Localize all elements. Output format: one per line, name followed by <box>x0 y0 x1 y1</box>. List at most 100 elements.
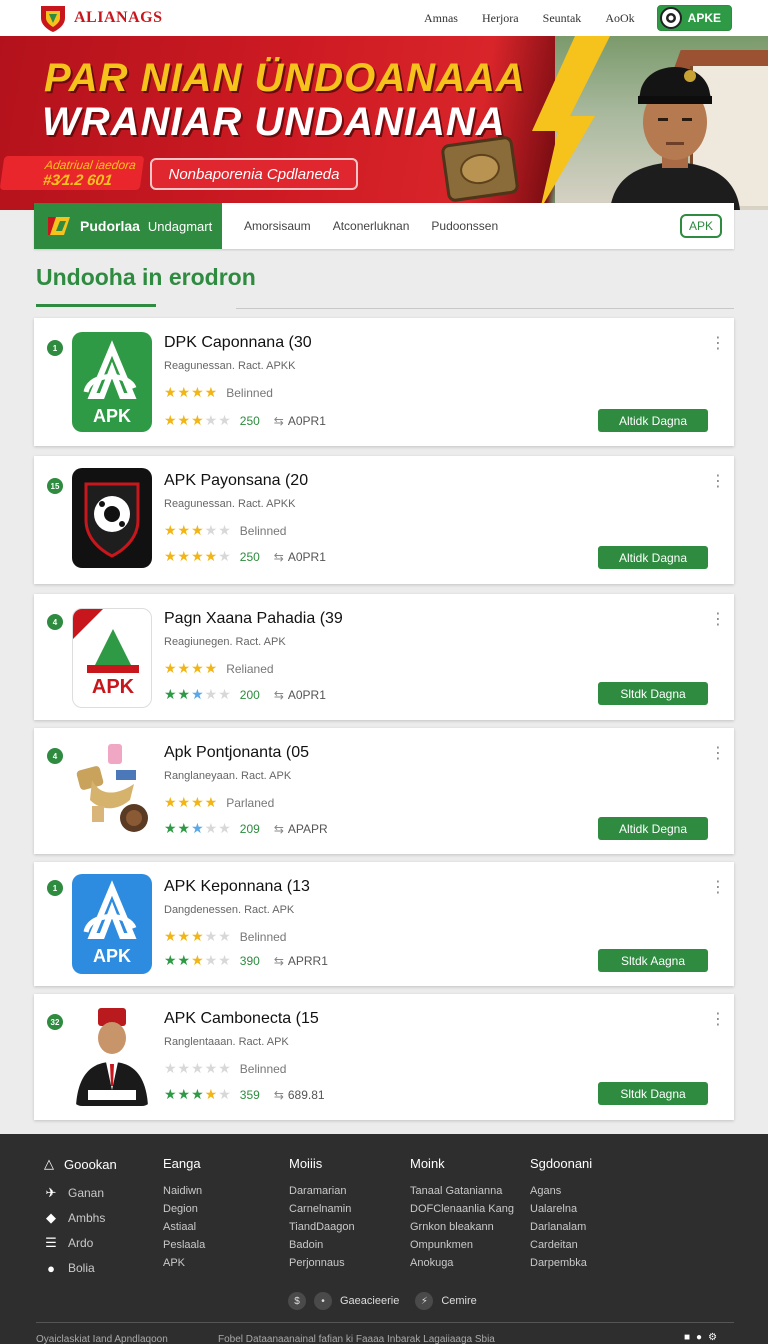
star-rating-icon: ★★★★★ <box>164 928 232 944</box>
footer-heading: Sgdoonani <box>530 1156 593 1171</box>
app-card[interactable]: 4 Apk Pontjonanta (05 Ranglaneyaan. Ract… <box>34 728 734 854</box>
app-name[interactable]: APK Cambonecta (15 <box>164 1010 319 1028</box>
footer-link[interactable]: Naidiwn <box>163 1185 205 1197</box>
apk-download-button[interactable]: APKE <box>656 5 732 31</box>
footer-link[interactable]: Grnkon bleakann <box>410 1221 514 1233</box>
hero-tag-number: #3⁄1.2 601 <box>41 172 114 189</box>
stats-row: ★★★★★ 390 ⇆ APRR1 <box>164 952 328 969</box>
app-name[interactable]: Pagn Xaana Pahadia (39 <box>164 610 343 628</box>
footer-link[interactable]: APK <box>163 1257 205 1269</box>
footer-link[interactable]: Peslaala <box>163 1239 205 1251</box>
more-options-icon[interactable]: ⋮ <box>710 336 726 352</box>
stats-row: ★★★★★ 200 ⇆ A0PR1 <box>164 686 326 703</box>
nav-link-3[interactable]: Seuntak <box>543 11 582 26</box>
footer-link[interactable]: Darlanalam <box>530 1221 592 1233</box>
app-card[interactable]: 15 APK Payonsana (20 Reagunessan. Ract. … <box>34 456 734 584</box>
footer-link[interactable]: Degion <box>163 1203 205 1215</box>
tab-active[interactable]: Pudorlaa Undagmart <box>34 203 222 249</box>
footer-column-3: Moiiis Daramarian Carnelnamin TiandDaago… <box>289 1156 355 1275</box>
app-code: A0PR1 <box>287 413 326 428</box>
footer-link[interactable]: Tanaal Gatanianna <box>410 1185 514 1197</box>
download-button[interactable]: Sltdk Dagna <box>598 1082 708 1105</box>
app-code: APRR1 <box>287 953 328 968</box>
app-card[interactable]: 4 APK Pagn Xaana Pahadia (39 Reagiunegen… <box>34 594 734 720</box>
social-icon[interactable]: $ <box>288 1292 306 1310</box>
site-footer: △ Goookan ✈ Ganan ◆ Ambhs ☰ Ardo ● Bolia Ean… <box>0 1134 768 1344</box>
apk-green-icon: APK <box>72 332 152 432</box>
app-name[interactable]: DPK Caponnana (30 <box>164 334 312 352</box>
footer-link[interactable]: ☰ Ardo <box>44 1235 117 1250</box>
footer-link[interactable]: Ompunkmen <box>410 1239 514 1251</box>
hero-title-line1: PAR NIAN ÜNDOANAAA <box>44 56 526 100</box>
square-icon[interactable]: ■ <box>684 1332 690 1343</box>
tab-3[interactable]: Pudoonssen <box>431 219 498 233</box>
tab-active-label: Pudorlaa <box>80 218 140 234</box>
app-subtitle: Reagiunegen. Ract. APK <box>164 636 286 648</box>
settings-icon[interactable]: ⚙ <box>708 1332 717 1343</box>
nav-link-2[interactable]: Herjora <box>482 11 519 26</box>
nav-link-1[interactable]: Amnas <box>424 11 458 26</box>
footer-link[interactable]: Darpembka <box>530 1257 592 1269</box>
nav-link-4[interactable]: AoOk <box>605 11 634 26</box>
hero-promo-tag: Adatriual iaedora #3⁄1.2 601 <box>0 156 145 190</box>
rank-badge: 4 <box>47 614 63 630</box>
social-link-2[interactable]: Cemire <box>441 1295 476 1307</box>
hero-cta-button[interactable]: Nonbaporenia Cpdlaneda <box>150 158 358 190</box>
app-subtitle: Dangdenessen. Ract. APK <box>164 904 295 916</box>
star-rating-icon: ★★★★★ <box>164 686 232 702</box>
top-nav-links: Amnas Herjora Seuntak AoOk APKE <box>424 5 732 31</box>
footer-link[interactable]: ✈ Ganan <box>44 1185 117 1200</box>
footer-link[interactable]: Ualarelna <box>530 1203 592 1215</box>
tab-2[interactable]: Atconerluknan <box>333 219 410 233</box>
circle-icon[interactable]: ● <box>696 1332 702 1343</box>
app-name[interactable]: Apk Pontjonanta (05 <box>164 744 309 762</box>
tab-1[interactable]: Amorsisaum <box>244 219 311 233</box>
footer-link[interactable]: ● Bolia <box>44 1261 117 1276</box>
more-options-icon[interactable]: ⋮ <box>710 746 726 762</box>
footer-heading: Eanga <box>163 1156 201 1171</box>
footer-link[interactable]: TiandDaagon <box>289 1221 355 1233</box>
star-rating-icon: ★★★★★ <box>164 548 232 564</box>
footer-link[interactable]: Agans <box>530 1185 592 1197</box>
app-code: APAPR <box>287 821 328 836</box>
footer-copyright: Oyaiclaskiat Iand Apndlaqoon <box>36 1334 168 1344</box>
app-card[interactable]: 1 APK APK Keponnana (13 Dangdenessen. Ra… <box>34 862 734 986</box>
download-button[interactable]: Sltdk Aagna <box>598 949 708 972</box>
app-subtitle: Reagunessan. Ract. APKK <box>164 498 296 510</box>
app-card[interactable]: 32 APK Cambonecta (15 Ranglentaaan. Ract… <box>34 994 734 1120</box>
warning-triangle-icon: △ <box>44 1156 54 1171</box>
download-icon: ⇆ <box>273 821 284 836</box>
apk-button-label: APKE <box>687 11 721 25</box>
star-rating-icon: ★★★★★ <box>164 522 232 538</box>
footer-link[interactable]: Daramarian <box>289 1185 355 1197</box>
footer-link[interactable]: Carnelnamin <box>289 1203 355 1215</box>
social-link-1[interactable]: Gaeacieerie <box>340 1295 399 1307</box>
footer-link[interactable]: Perjonnaus <box>289 1257 355 1269</box>
tab-active-suffix: Undagmart <box>147 218 213 234</box>
download-button[interactable]: Altidk Degna <box>598 817 708 840</box>
more-options-icon[interactable]: ⋮ <box>710 612 726 628</box>
app-name[interactable]: APK Payonsana (20 <box>164 472 308 490</box>
download-button[interactable]: Sltdk Dagna <box>598 682 708 705</box>
download-button[interactable]: Altidk Dagna <box>598 546 708 569</box>
footer-link[interactable]: Cardeitan <box>530 1239 592 1251</box>
more-options-icon[interactable]: ⋮ <box>710 880 726 896</box>
app-card[interactable]: 1 APK DPK Caponnana (30 Reagunessan. Rac… <box>34 318 734 446</box>
app-name[interactable]: APK Keponnana (13 <box>164 878 310 896</box>
footer-link[interactable]: Badoin <box>289 1239 355 1251</box>
more-options-icon[interactable]: ⋮ <box>710 474 726 490</box>
social-dot-icon[interactable]: • <box>314 1292 332 1310</box>
footer-link[interactable]: ◆ Ambhs <box>44 1210 117 1225</box>
tab-apk-button[interactable]: APK <box>680 214 722 238</box>
rating-label: Belinned <box>226 385 273 400</box>
hero-title-line2: WRANIAR UNDANIANA <box>42 100 506 144</box>
brand-logo[interactable]: ALIANAGS <box>38 3 162 33</box>
more-options-icon[interactable]: ⋮ <box>710 1012 726 1028</box>
footer-column-4: Moink Tanaal Gatanianna DOFClenaanlia Ka… <box>410 1156 514 1275</box>
footer-link[interactable]: DOFClenaanlia Kang <box>410 1203 514 1215</box>
bolt-icon[interactable]: ⚡ <box>415 1292 434 1310</box>
footer-link[interactable]: Astiaal <box>163 1221 205 1233</box>
download-button[interactable]: Altidk Dagna <box>598 409 708 432</box>
footer-link[interactable]: Anokuga <box>410 1257 514 1269</box>
download-count: 359 <box>239 1087 260 1102</box>
